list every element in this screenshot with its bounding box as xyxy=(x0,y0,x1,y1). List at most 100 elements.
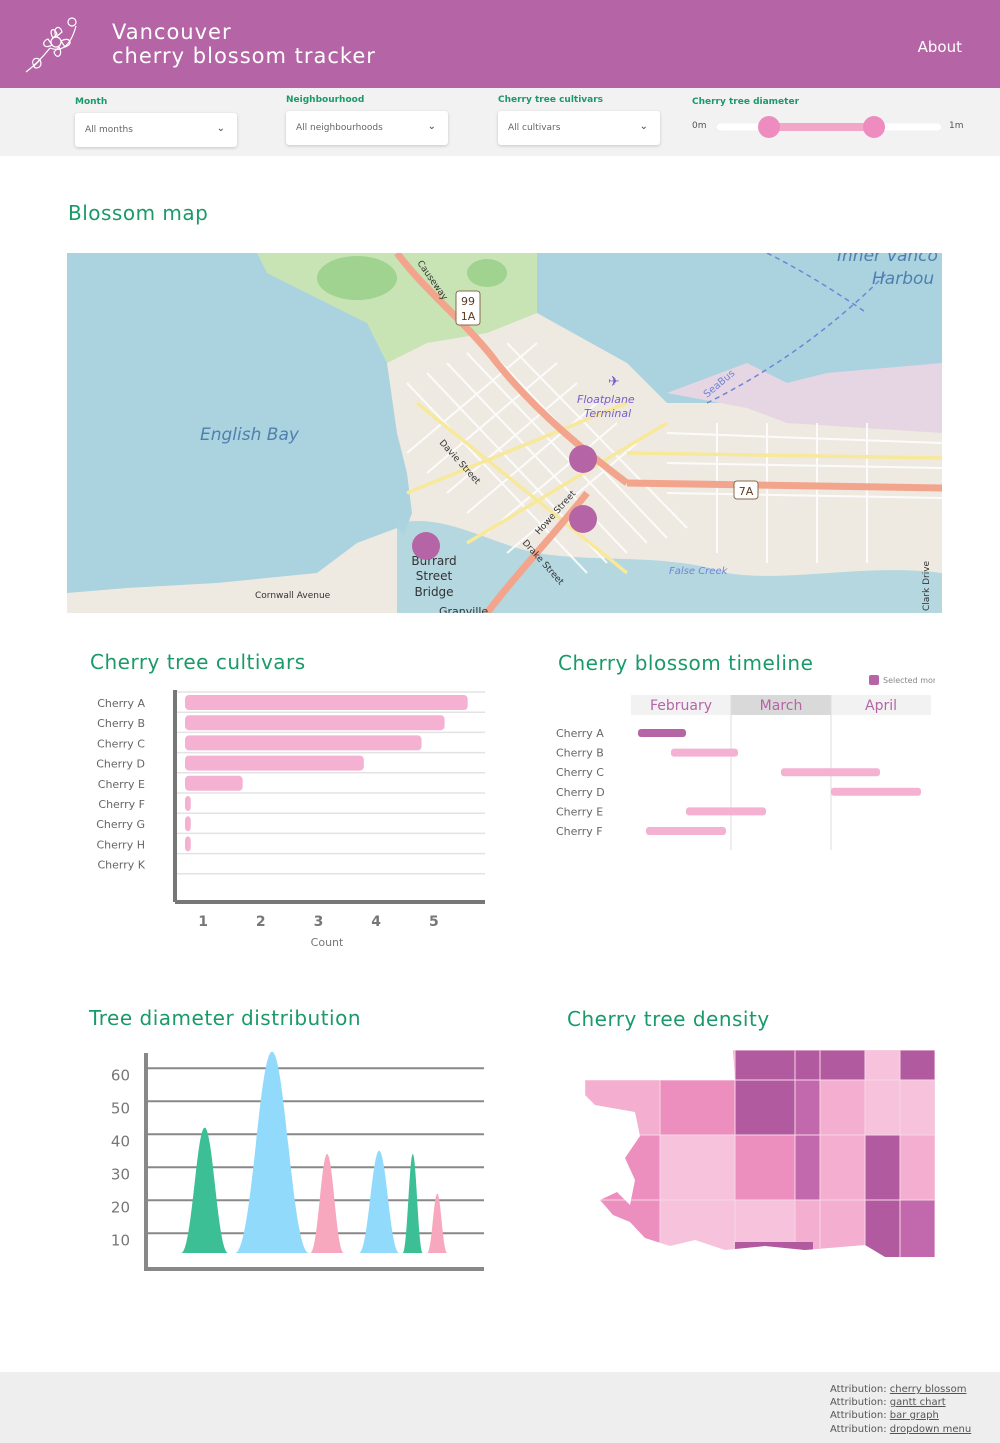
chevron-down-icon: ⌄ xyxy=(639,121,648,132)
attribution-link-dropdown-menu[interactable]: dropdown menu xyxy=(890,1424,971,1435)
neighbourhood-cell xyxy=(659,1079,736,1136)
cultivar-bar xyxy=(185,775,243,791)
gantt-row-label: Cherry A xyxy=(556,727,604,740)
category-label: Cherry H xyxy=(96,838,145,851)
false-creek-label: False Creek xyxy=(669,566,729,577)
gantt-bar xyxy=(646,827,726,835)
neighbourhood-cell xyxy=(819,1199,866,1257)
neighbourhood-cell xyxy=(585,1199,661,1257)
kitsilano-land xyxy=(67,528,412,613)
gantt-row-label: Cherry F xyxy=(556,825,603,838)
neighbourhood-cell xyxy=(734,1134,796,1201)
legend-label: Selected mor xyxy=(883,676,935,685)
attribution-line: Attribution: dropdown menu xyxy=(830,1424,971,1435)
tree-marker[interactable] xyxy=(569,505,597,533)
cherry-density-map[interactable] xyxy=(585,1050,935,1260)
gantt-bar xyxy=(686,807,766,816)
cultivar-bar xyxy=(185,735,422,751)
cultivar-bar xyxy=(185,836,191,852)
gantt-bar xyxy=(781,768,880,777)
app-title-line2: cherry blossom tracker xyxy=(112,44,376,68)
neighbourhood-cell xyxy=(585,1050,661,1081)
month-dropdown[interactable]: All months ⌄ xyxy=(75,113,237,147)
category-label: Cherry G xyxy=(96,818,145,831)
cultivar-bar xyxy=(185,715,445,731)
english-bay-label: English Bay xyxy=(200,425,300,445)
y-tick-label: 20 xyxy=(111,1199,130,1217)
diameter-slider-min-handle[interactable] xyxy=(758,116,780,138)
floatplane-label: Floatplane xyxy=(577,393,635,406)
neighbourhood-cell xyxy=(659,1050,736,1081)
neighbourhood-cell xyxy=(864,1199,901,1257)
about-link[interactable]: About xyxy=(918,38,962,56)
neighbourhood-cell xyxy=(819,1079,866,1136)
distribution-peak xyxy=(402,1154,423,1253)
app-title-line1: Vancouver xyxy=(112,20,232,44)
highway-99-label: 99 xyxy=(461,295,475,308)
month-label: February xyxy=(650,698,712,714)
harbour-label-1: Inner Vanco xyxy=(837,253,938,266)
density-chart-title: Cherry tree density xyxy=(567,1007,770,1031)
month-label: March xyxy=(760,698,803,714)
attribution-line: Attribution: bar graph xyxy=(830,1410,939,1421)
neighbourhood-dropdown[interactable]: All neighbourhoods ⌄ xyxy=(286,111,448,145)
attribution-link-gantt-chart[interactable]: gantt chart xyxy=(890,1397,946,1408)
cherry-blossom-logo xyxy=(25,17,77,73)
burrard-label-2: Street xyxy=(416,569,453,583)
chevron-down-icon: ⌄ xyxy=(216,123,225,134)
neighbourhood-cell xyxy=(735,1242,813,1257)
attribution-link-bar-graph[interactable]: bar graph xyxy=(890,1410,939,1421)
distribution-peak xyxy=(358,1150,400,1253)
x-tick-label: 5 xyxy=(429,914,439,930)
app-header: Vancouver cherry blossom tracker About xyxy=(0,0,1000,88)
month-label: Month xyxy=(75,97,108,107)
cultivar-label: Cherry tree cultivars xyxy=(498,95,604,105)
neighbourhood-cell xyxy=(899,1134,935,1201)
y-tick-label: 10 xyxy=(111,1232,130,1250)
y-tick-label: 60 xyxy=(111,1067,130,1085)
attribution-prefix: Attribution: xyxy=(830,1397,887,1408)
distribution-peak xyxy=(181,1127,229,1253)
category-label: Cherry B xyxy=(97,717,145,730)
gantt-bar xyxy=(671,748,738,757)
x-axis-title: Count xyxy=(311,936,344,949)
cultivar-bar xyxy=(185,755,364,771)
blossom-map-title: Blossom map xyxy=(68,201,209,225)
cultivar-bar xyxy=(185,796,191,811)
cultivar-bar xyxy=(185,816,191,832)
terminal-label: Terminal xyxy=(584,407,631,420)
chevron-down-icon: ⌄ xyxy=(427,121,436,132)
category-label: Cherry A xyxy=(97,697,145,710)
park-area xyxy=(467,259,507,287)
diameter-slider-max-handle[interactable] xyxy=(863,116,885,138)
x-tick-label: 3 xyxy=(314,914,324,930)
neighbourhood-cell xyxy=(585,1079,661,1136)
diameter-label: Cherry tree diameter xyxy=(692,97,800,107)
gantt-row-label: Cherry E xyxy=(556,805,603,818)
neighbourhood-dropdown-value: All neighbourhoods xyxy=(296,123,383,133)
neighbourhood-label: Neighbourhood xyxy=(286,95,365,105)
gantt-row-label: Cherry B xyxy=(556,747,604,760)
tree-marker[interactable] xyxy=(569,445,597,473)
neighbourhood-cell xyxy=(864,1050,901,1081)
month-dropdown-value: All months xyxy=(85,125,133,135)
y-tick-label: 50 xyxy=(111,1100,130,1118)
blossom-map[interactable]: 99 1A 7A ✈ English Bay Floatplane Termin… xyxy=(67,253,942,613)
tree-marker[interactable] xyxy=(412,532,440,560)
neighbourhood-cell xyxy=(819,1050,866,1081)
neighbourhood-cell xyxy=(734,1050,796,1081)
attribution-line: Attribution: cherry blossom xyxy=(830,1384,966,1395)
gantt-row-label: Cherry D xyxy=(556,786,605,799)
neighbourhood-cell xyxy=(585,1134,661,1201)
app-title: Vancouver cherry blossom tracker xyxy=(112,20,376,68)
distribution-peak xyxy=(235,1051,309,1253)
attribution-prefix: Attribution: xyxy=(830,1384,887,1395)
neighbourhood-cell xyxy=(734,1199,796,1257)
category-label: Cherry C xyxy=(97,737,145,750)
category-label: Cherry E xyxy=(98,778,145,791)
cultivar-dropdown[interactable]: All cultivars ⌄ xyxy=(498,111,660,145)
attribution-link-cherry-blossom[interactable]: cherry blossom xyxy=(890,1384,967,1395)
granville-label: Granville xyxy=(439,605,488,613)
neighbourhood-cell xyxy=(734,1079,796,1136)
category-label: Cherry D xyxy=(96,758,145,771)
